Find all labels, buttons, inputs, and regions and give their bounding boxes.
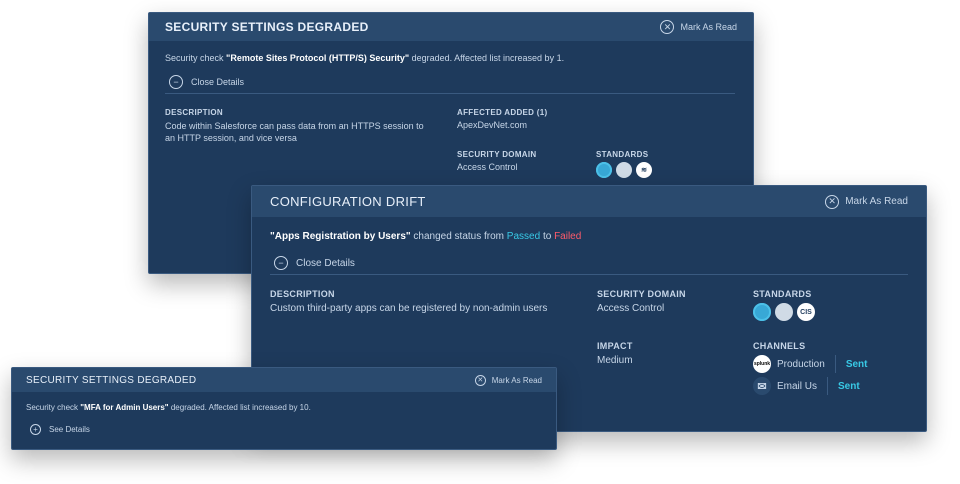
splunk-icon: splunk (753, 355, 771, 373)
message-to: to (542, 231, 552, 242)
card-title: CONFIGURATION DRIFT (270, 194, 426, 209)
card-header: CONFIGURATION DRIFT ✕ Mark As Read (252, 186, 926, 217)
channel-row-email: ✉ Email Us Sent (753, 377, 867, 395)
close-x-icon: ✕ (474, 374, 486, 386)
globe-standard-icon (753, 303, 771, 321)
card-header: SECURITY SETTINGS DEGRADED ✕ Mark As Rea… (12, 368, 556, 392)
standards-label: STANDARDS (753, 289, 812, 299)
message-check-name: "Remote Sites Protocol (HTTP/S) Security… (226, 53, 410, 63)
affected-value: ApexDevNet.com (457, 120, 528, 130)
channel-separator (827, 377, 829, 395)
message-check-name: "MFA for Admin Users" (80, 403, 169, 412)
channels-label: CHANNELS (753, 341, 806, 351)
mark-as-read-button[interactable]: ✕ Mark As Read (474, 374, 542, 386)
channel-name: Email Us (777, 380, 818, 392)
description-text: Code within Salesforce can pass data fro… (165, 121, 424, 143)
close-details-toggle[interactable]: − Close Details (274, 256, 908, 270)
close-details-toggle[interactable]: − Close Details (169, 75, 737, 89)
card-header: SECURITY SETTINGS DEGRADED ✕ Mark As Rea… (149, 13, 753, 41)
channel-status: Sent (845, 358, 868, 370)
channel-name: Production (777, 358, 825, 370)
channel-separator (834, 355, 836, 373)
description-label: DESCRIPTION (270, 289, 335, 299)
card-title: SECURITY SETTINGS DEGRADED (26, 374, 197, 386)
affected-added-label: AFFECTED ADDED (1) (457, 108, 548, 117)
close-x-icon: ✕ (660, 20, 675, 34)
minus-icon: − (169, 75, 183, 89)
standards-label: STANDARDS (596, 150, 649, 159)
seal-standard-icon (775, 303, 793, 321)
mark-as-read-label: Mark As Read (845, 196, 908, 207)
message-check-name: "Apps Registration by Users" (270, 231, 411, 242)
impact-value: Medium (597, 355, 633, 366)
security-domain-label: SECURITY DOMAIN (597, 289, 686, 299)
message-middle: changed status from (413, 231, 505, 242)
security-domain-value: Access Control (597, 303, 665, 314)
globe-standard-icon (596, 162, 612, 178)
alert-message: Security check "MFA for Admin Users" deg… (26, 403, 542, 412)
security-domain-label: SECURITY DOMAIN (457, 150, 537, 159)
mark-as-read-button[interactable]: ✕ Mark As Read (825, 194, 908, 209)
mark-as-read-label: Mark As Read (680, 22, 737, 32)
see-details-toggle[interactable]: + See Details (30, 424, 542, 435)
channel-row-production: splunk Production Sent (753, 355, 867, 373)
pci-standard-icon: ≋ (636, 162, 652, 178)
standards-badges: ≋ (596, 162, 652, 178)
alert-message: "Apps Registration by Users" changed sta… (270, 231, 908, 242)
channel-status: Sent (838, 380, 860, 392)
close-details-label: Close Details (191, 77, 245, 87)
message-prefix: Security check (165, 53, 224, 63)
minus-icon: − (274, 256, 288, 270)
impact-label: IMPACT (597, 341, 633, 351)
description-label: DESCRIPTION (165, 108, 223, 117)
security-domain-value: Access Control (457, 162, 518, 172)
mark-as-read-label: Mark As Read (491, 375, 542, 385)
plus-icon: + (30, 424, 41, 435)
message-suffix: degraded. Affected list increased by 10. (170, 403, 311, 412)
mark-as-read-button[interactable]: ✕ Mark As Read (660, 20, 737, 34)
status-passed: Passed (506, 231, 541, 242)
close-details-label: Close Details (296, 257, 355, 269)
seal-standard-icon (616, 162, 632, 178)
card-title: SECURITY SETTINGS DEGRADED (165, 20, 369, 34)
alert-card-security-settings-2: SECURITY SETTINGS DEGRADED ✕ Mark As Rea… (11, 367, 557, 450)
message-prefix: Security check (26, 403, 79, 412)
see-details-label: See Details (49, 425, 90, 434)
description-text: Custom third-party apps can be registere… (270, 303, 548, 314)
alert-message: Security check "Remote Sites Protocol (H… (165, 53, 737, 63)
standards-badges: CIS (753, 303, 815, 321)
close-x-icon: ✕ (825, 194, 840, 209)
message-suffix: degraded. Affected list increased by 1. (411, 53, 565, 63)
cis-standard-icon: CIS (797, 303, 815, 321)
email-icon: ✉ (753, 377, 771, 395)
status-failed: Failed (554, 231, 582, 242)
